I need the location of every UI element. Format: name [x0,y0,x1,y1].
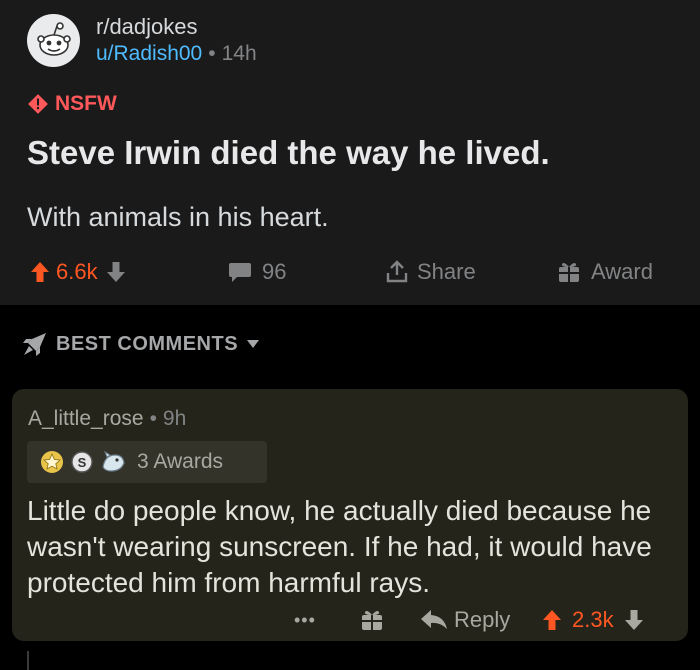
post-card: r/dadjokes u/Radish00 • 14h NSFW Steve Irw… [0,0,700,305]
nsfw-warning-icon [28,94,48,114]
star-award-icon [41,451,63,473]
comment-card: A_little_rose • 9h S 3 Awards Little do pe… [12,389,688,641]
silver-award-icon: S [71,451,93,473]
comment-count: 96 [262,259,287,284]
rocket-icon [23,333,46,356]
gift-icon [362,611,382,630]
comment-section: A_little_rose • 9h S 3 Awards Little do pe… [0,381,700,670]
nsfw-label: NSFW [55,92,117,115]
share-icon [386,260,408,283]
post-meta: u/Radish00 • 14h [96,42,257,66]
animal-award-icon [102,450,125,472]
comment-vote-group: 2.3k [542,603,644,637]
award-label: Award [591,259,653,284]
comment-body: Little do people know, he actually died … [27,495,652,598]
share-label: Share [417,259,476,284]
sort-label: BEST COMMENTS [56,332,239,355]
reply-arrow-icon [421,610,447,629]
downvote-icon[interactable] [624,609,644,631]
comment-time: 9h [162,407,187,430]
award-button[interactable]: Award [557,252,653,292]
svg-text:S: S [78,455,87,470]
subreddit-avatar[interactable] [27,14,80,67]
sort-dropdown[interactable]: BEST COMMENTS [22,331,268,357]
chevron-down-icon [247,340,260,348]
comment-meta: A_little_rose • 9h [28,407,186,431]
comment-action-bar: ••• Reply 2.3k [12,603,688,637]
thread-line [27,651,29,670]
upvote-icon[interactable] [542,609,562,631]
comment-meta-separator: • [149,407,157,430]
awards-count-label: 3 Awards [137,450,223,473]
downvote-icon[interactable] [106,261,126,283]
gift-icon [559,263,579,282]
post-vote-count: 6.6k [56,259,98,284]
post-title[interactable]: Steve Irwin died the way he lived. [27,134,550,172]
comment-vote-count: 2.3k [572,607,614,632]
upvote-icon[interactable] [30,261,50,283]
post-vote-group: 6.6k [30,252,126,292]
post-time: 14h [221,42,257,65]
post-author-link[interactable]: u/Radish00 [96,42,202,65]
nsfw-tag: NSFW [27,92,117,116]
subreddit-name[interactable]: r/dadjokes [96,14,198,40]
comment-sort-bar: BEST COMMENTS [0,305,700,381]
post-action-bar: 6.6k 96 Share Award [0,252,700,292]
reply-label: Reply [454,607,511,632]
share-button[interactable]: Share [385,252,476,292]
more-options-button[interactable]: ••• [294,603,316,637]
comment-award-button[interactable] [360,603,384,637]
comment-bubble-icon [229,263,251,282]
post-body: With animals in his heart. [27,202,329,232]
reply-button[interactable]: Reply [420,603,510,637]
meta-separator: • [208,42,216,65]
snoo-icon [36,21,71,56]
comment-author[interactable]: A_little_rose [28,407,144,430]
awards-badge[interactable]: S 3 Awards [27,441,267,483]
comments-button[interactable]: 96 [228,252,286,292]
